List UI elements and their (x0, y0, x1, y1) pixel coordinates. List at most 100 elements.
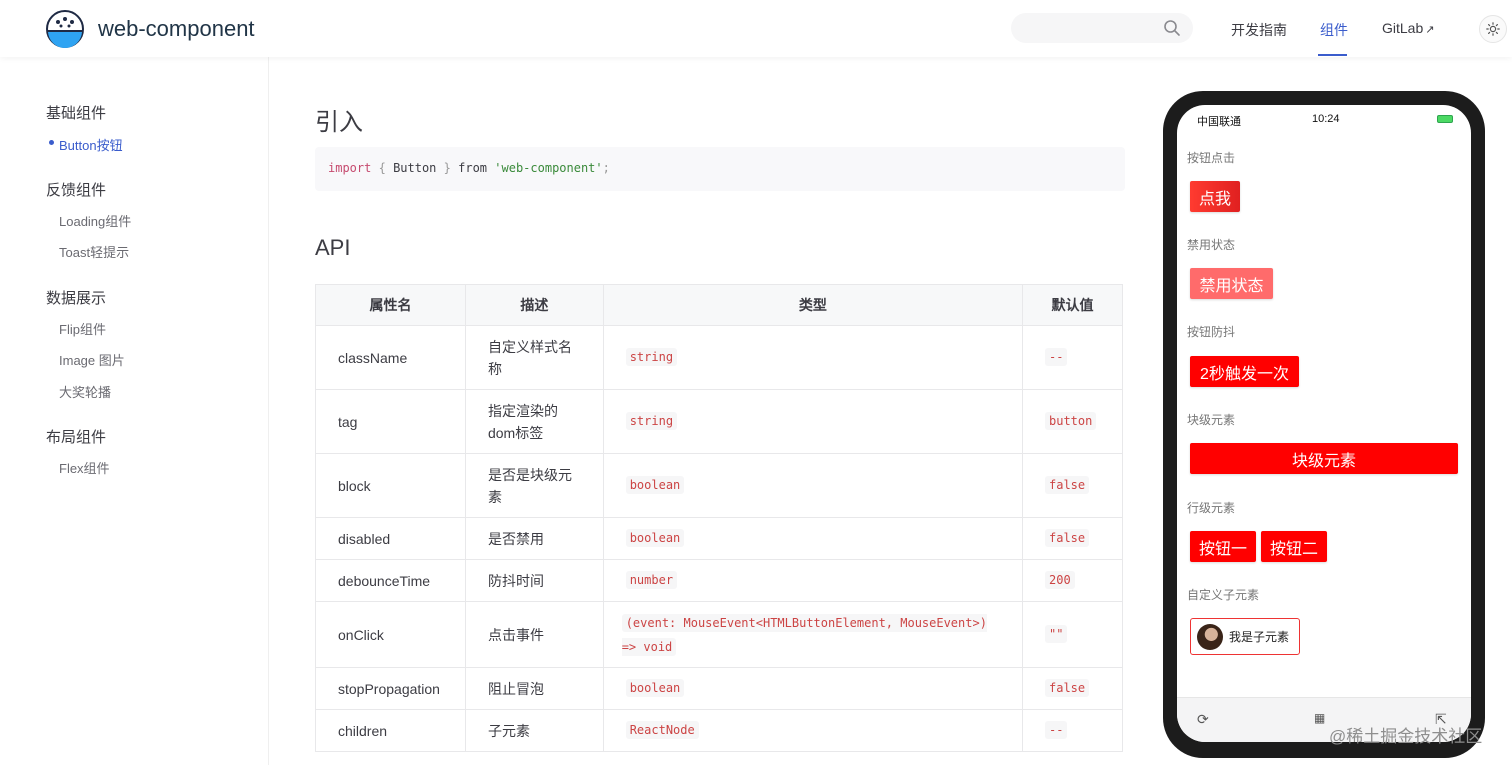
default-code: false (1045, 679, 1090, 697)
code-brace-open: { (378, 161, 386, 175)
sidebar-group-display: 数据展示 (46, 290, 107, 307)
demo-label-block: 块级元素 (1187, 413, 1236, 427)
type-code: (event: MouseEvent<HTMLButtonElement, Mo… (621, 613, 987, 656)
refresh-icon[interactable]: ⟳ (1197, 711, 1209, 728)
table-row: disabled 是否禁用 boolean false (315, 517, 1123, 560)
sidebar-item-loading[interactable]: Loading组件 (59, 211, 131, 230)
table-row: children 子元素 ReactNode -- (315, 709, 1123, 752)
default-code: -- (1045, 721, 1068, 739)
cell-type: boolean (602, 453, 1024, 518)
cell-type: string (602, 325, 1024, 390)
demo-label-debounce: 按钮防抖 (1187, 325, 1236, 339)
search-icon (1164, 20, 1180, 36)
code-semicolon: ; (602, 161, 610, 175)
status-bar: 中国联通 10:24 (1177, 105, 1471, 131)
cell-desc: 自定义样式名称 (464, 325, 604, 390)
demo-disabled-button[interactable]: 禁用状态 (1190, 268, 1273, 299)
search-input[interactable] (1011, 13, 1193, 43)
table-row: debounceTime 防抖时间 number 200 (315, 559, 1123, 602)
th-type: 类型 (602, 284, 1024, 326)
table-row: tag 指定渲染的dom标签 string button (315, 389, 1123, 454)
cell-desc: 点击事件 (464, 601, 604, 668)
cell-type: string (602, 389, 1024, 454)
battery-icon (1437, 115, 1453, 123)
cell-name: tag (315, 389, 466, 454)
import-heading: 引入 (315, 109, 363, 136)
demo-label-click: 按钮点击 (1187, 151, 1236, 165)
cell-desc: 是否是块级元素 (464, 453, 604, 518)
cell-default: false (1022, 517, 1123, 560)
cell-type: (event: MouseEvent<HTMLButtonElement, Mo… (602, 601, 1024, 668)
api-table: 属性名 描述 类型 默认值 className 自定义样式名称 string -… (315, 284, 1123, 752)
cell-desc: 子元素 (464, 709, 604, 752)
top-header: web-component 开发指南 组件 GitLab ↗ (0, 0, 1512, 57)
default-code: "" (1045, 625, 1068, 643)
demo-custom-child-button[interactable]: 我是子元素 (1190, 618, 1300, 655)
sidebar-group-basic: 基础组件 (46, 105, 107, 122)
cell-default: -- (1022, 325, 1123, 390)
cell-name: onClick (315, 601, 466, 668)
phone-screen: 中国联通 10:24 按钮点击 点我 禁用状态 禁用状态 按钮防抖 2秒触发一次… (1177, 105, 1471, 742)
sidebar: 基础组件 Button按钮 反馈组件 Loading组件 Toast轻提示 数据… (0, 57, 269, 765)
code-from: from (458, 161, 488, 175)
type-code: string (625, 412, 678, 430)
status-time: 10:24 (1312, 113, 1340, 125)
sidebar-item-button[interactable]: Button按钮 (59, 135, 123, 154)
nav-components[interactable]: 组件 (1320, 20, 1348, 40)
sidebar-item-flex[interactable]: Flex组件 (59, 458, 110, 477)
cell-desc: 指定渲染的dom标签 (464, 389, 604, 454)
watermark-text: @稀土掘金技术社区 (1329, 727, 1483, 746)
cell-default: button (1022, 389, 1123, 454)
demo-label-custom: 自定义子元素 (1187, 588, 1260, 602)
nav-guide[interactable]: 开发指南 (1231, 20, 1287, 40)
type-code: boolean (625, 679, 685, 697)
nav-active-indicator (1318, 54, 1347, 56)
demo-debounce-button[interactable]: 2秒触发一次 (1190, 356, 1299, 387)
default-code: false (1045, 529, 1090, 547)
table-header-row: 属性名 描述 类型 默认值 (315, 284, 1123, 326)
demo-label-disabled: 禁用状态 (1187, 238, 1236, 252)
type-code: boolean (625, 529, 685, 547)
sidebar-item-carousel[interactable]: 大奖轮播 (59, 382, 111, 401)
cell-type: ReactNode (602, 709, 1024, 752)
sidebar-item-image[interactable]: Image 图片 (59, 350, 125, 369)
code-brace-close: } (443, 161, 451, 175)
code-module-string: 'web-component' (494, 161, 603, 175)
table-row: stopPropagation 阻止冒泡 boolean false (315, 667, 1123, 710)
sidebar-group-layout: 布局组件 (46, 429, 107, 446)
th-desc: 描述 (464, 284, 604, 326)
sidebar-group-feedback: 反馈组件 (46, 182, 107, 199)
nav-gitlab[interactable]: GitLab ↗ (1382, 20, 1434, 36)
cell-name: debounceTime (315, 559, 466, 602)
cell-default: false (1022, 667, 1123, 710)
theme-toggle-button[interactable] (1479, 15, 1507, 43)
import-code-block: import { Button } from 'web-component'; (315, 147, 1125, 191)
type-code: number (625, 571, 678, 589)
th-name: 属性名 (315, 284, 466, 326)
cell-desc: 防抖时间 (464, 559, 604, 602)
sidebar-item-flip[interactable]: Flip组件 (59, 319, 106, 338)
th-default: 默认值 (1022, 284, 1123, 326)
logo-icon[interactable] (45, 10, 85, 48)
type-code: ReactNode (625, 721, 699, 739)
default-code: button (1045, 412, 1097, 430)
demo-inline-button-2[interactable]: 按钮二 (1261, 531, 1327, 562)
cell-type: boolean (602, 517, 1024, 560)
cell-name: children (315, 709, 466, 752)
demo-block-button[interactable]: 块级元素 (1190, 443, 1458, 474)
demo-inline-button-1[interactable]: 按钮一 (1190, 531, 1256, 562)
default-code: false (1045, 476, 1090, 494)
sidebar-item-toast[interactable]: Toast轻提示 (59, 242, 129, 261)
custom-child-label: 我是子元素 (1229, 630, 1290, 644)
cell-desc: 是否禁用 (464, 517, 604, 560)
cell-type: boolean (602, 667, 1024, 710)
demo-label-inline: 行级元素 (1187, 501, 1236, 515)
code-keyword: import (328, 161, 372, 175)
site-title[interactable]: web-component (98, 16, 255, 42)
cell-default: "" (1022, 601, 1123, 668)
api-heading: API (315, 235, 351, 260)
code-identifier: Button (393, 161, 437, 175)
qr-code-icon[interactable]: ▦ (1314, 711, 1325, 725)
demo-click-button[interactable]: 点我 (1190, 181, 1240, 212)
default-code: 200 (1045, 571, 1075, 589)
